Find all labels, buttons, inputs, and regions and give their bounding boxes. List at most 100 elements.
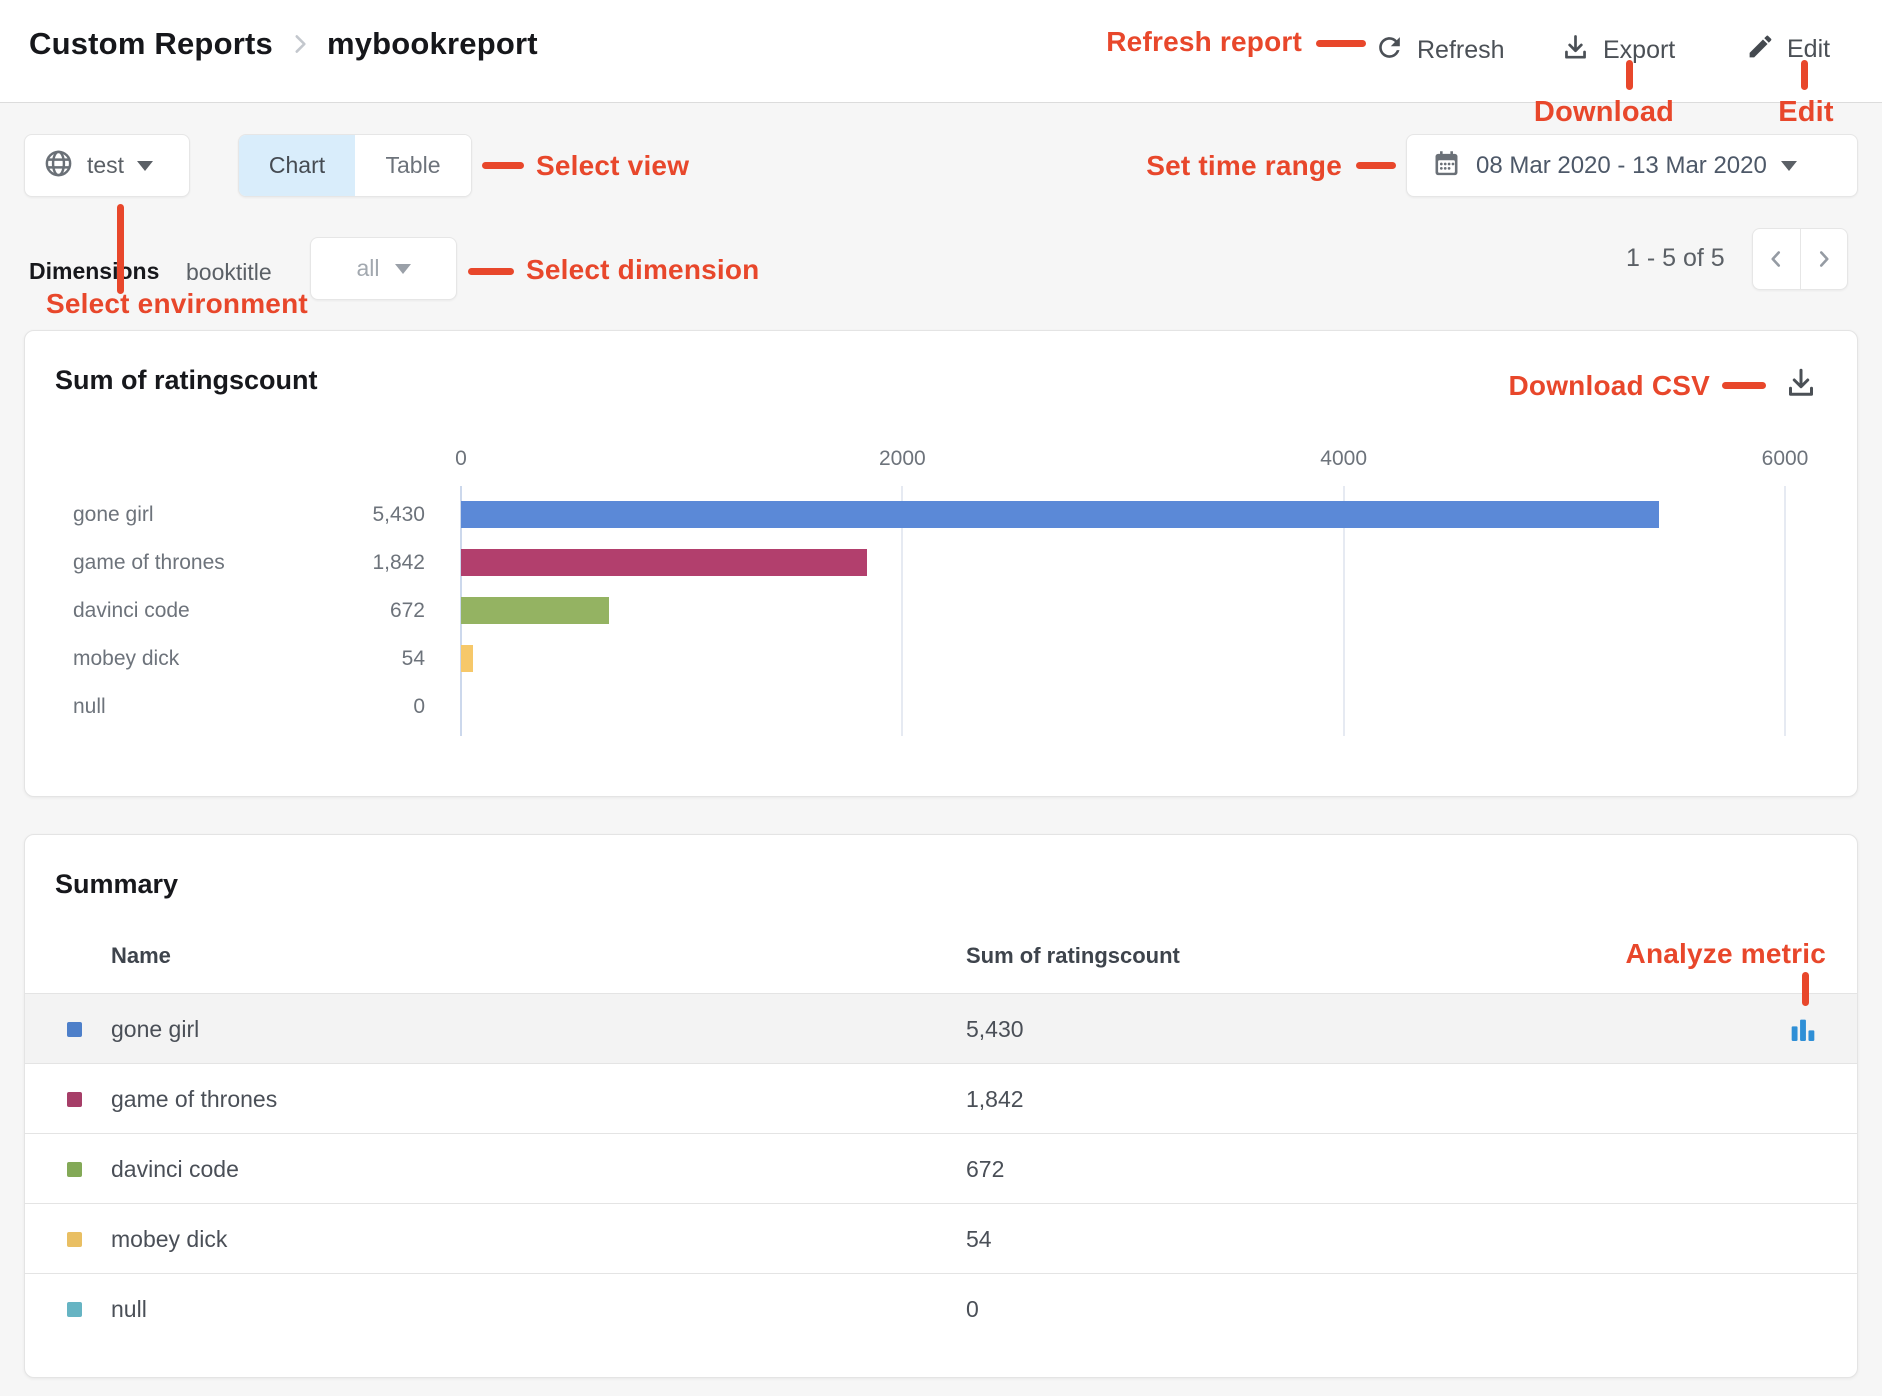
- tab-table[interactable]: Table: [355, 135, 471, 196]
- series-color-swatch: [67, 1232, 82, 1247]
- table-row[interactable]: game of thrones1,842: [25, 1063, 1857, 1133]
- chart-value-label: 54: [315, 635, 425, 683]
- series-color-swatch: [67, 1302, 82, 1317]
- chevron-down-icon: [395, 264, 411, 274]
- dimension-filter-select[interactable]: all: [310, 237, 457, 300]
- custom-report-page: Custom Reports mybookreport Refresh Expo…: [0, 0, 1882, 1396]
- export-label: Export: [1603, 36, 1675, 65]
- chart-category-label: game of thrones: [73, 539, 225, 587]
- x-axis-tick: 0: [455, 447, 467, 471]
- next-page-button[interactable]: [1800, 229, 1847, 289]
- row-value: 5,430: [966, 994, 1024, 1064]
- annotation-edit: Edit: [1778, 96, 1834, 129]
- annotation-select-environment: Select environment: [46, 288, 308, 320]
- annotation-refresh-report: Refresh report: [1106, 26, 1302, 58]
- chart-bars: gone girl5,430game of thrones1,842davinc…: [25, 491, 1859, 731]
- annotation-line-select-view: [482, 162, 524, 169]
- chart-value-label: 0: [315, 683, 425, 731]
- chart-bar: [461, 501, 1659, 528]
- chart-bar: [461, 597, 609, 624]
- summary-table-body: gone girl 5,430game of thrones1,842davinc…: [25, 993, 1857, 1343]
- table-row[interactable]: mobey dick54: [25, 1203, 1857, 1273]
- annotation-set-time-range: Set time range: [1146, 150, 1342, 182]
- column-header-value: Sum of ratingscount: [966, 943, 1180, 969]
- download-icon: [1783, 365, 1819, 401]
- breadcrumb-current: mybookreport: [327, 26, 538, 62]
- export-button[interactable]: Export: [1560, 32, 1675, 68]
- pagination-label: 1 - 5 of 5: [1626, 244, 1725, 273]
- pencil-icon: [1746, 32, 1775, 66]
- breadcrumb-parent[interactable]: Custom Reports: [29, 26, 273, 62]
- breadcrumb-chevron-icon: [287, 31, 313, 57]
- chart-category-label: null: [73, 683, 106, 731]
- row-value: 1,842: [966, 1064, 1024, 1134]
- download-icon: [1560, 32, 1591, 68]
- analyze-metric-button[interactable]: [1787, 1013, 1819, 1045]
- chart-row: game of thrones 1,842: [25, 539, 1859, 587]
- chart-bar: [461, 549, 867, 576]
- table-row[interactable]: gone girl 5,430: [25, 993, 1857, 1063]
- x-axis-tick: 6000: [1762, 447, 1809, 471]
- series-color-swatch: [67, 1162, 82, 1177]
- summary-table-header: Name Sum of ratingscount: [25, 939, 1857, 993]
- previous-page-button[interactable]: [1753, 229, 1800, 289]
- chart-category-label: gone girl: [73, 491, 154, 539]
- environment-value: test: [87, 152, 124, 179]
- dimension-name: booktitle: [186, 259, 272, 286]
- row-name: gone girl: [111, 994, 199, 1064]
- chart-category-label: mobey dick: [73, 635, 179, 683]
- row-name: davinci code: [111, 1134, 239, 1204]
- edit-button[interactable]: Edit: [1746, 32, 1830, 66]
- chart-x-axis: 0200040006000: [461, 447, 1785, 471]
- environment-select[interactable]: test: [24, 134, 190, 197]
- edit-label: Edit: [1787, 35, 1830, 64]
- chevron-down-icon: [1781, 161, 1797, 171]
- summary-card: Summary Name Sum of ratingscount gone gi…: [24, 834, 1858, 1378]
- refresh-button[interactable]: Refresh: [1374, 32, 1505, 68]
- breadcrumb: Custom Reports mybookreport: [29, 26, 538, 62]
- annotation-line-refresh: [1316, 40, 1366, 47]
- x-axis-tick: 4000: [1320, 447, 1367, 471]
- bar-chart-icon: [1787, 1013, 1819, 1045]
- annotation-line-download-csv: [1722, 382, 1766, 389]
- annotation-line-analyze-metric: [1802, 972, 1809, 1006]
- chart-value-label: 672: [315, 587, 425, 635]
- table-row[interactable]: null0: [25, 1273, 1857, 1343]
- series-color-swatch: [67, 1022, 82, 1037]
- dimensions-label: Dimensions: [29, 258, 159, 285]
- chart-value-label: 5,430: [315, 491, 425, 539]
- chart-title: Sum of ratingscount: [55, 365, 318, 396]
- chart-row: davinci code 672: [25, 587, 1859, 635]
- chevron-left-icon: [1763, 246, 1789, 272]
- refresh-label: Refresh: [1417, 36, 1505, 65]
- column-header-name: Name: [111, 943, 171, 969]
- annotation-download-csv: Download CSV: [1508, 370, 1710, 402]
- annotation-analyze-metric: Analyze metric: [1626, 938, 1826, 970]
- date-range-value: 08 Mar 2020 - 13 Mar 2020: [1476, 152, 1767, 180]
- date-range-picker[interactable]: 08 Mar 2020 - 13 Mar 2020: [1406, 134, 1858, 197]
- table-row[interactable]: davinci code 672: [25, 1133, 1857, 1203]
- page-header: Custom Reports mybookreport Refresh Expo…: [0, 0, 1882, 103]
- chart-value-label: 1,842: [315, 539, 425, 587]
- annotation-select-dimension: Select dimension: [526, 254, 760, 286]
- dimension-filter-value: all: [356, 255, 379, 282]
- pagination-controls: [1752, 228, 1848, 290]
- chevron-down-icon: [137, 161, 153, 171]
- annotation-line-edit: [1801, 60, 1808, 90]
- view-toggle: Chart Table: [238, 134, 472, 197]
- chart-row: null 0: [25, 683, 1859, 731]
- annotation-line-select-environment: [117, 204, 124, 294]
- globe-icon: [43, 148, 74, 184]
- row-name: mobey dick: [111, 1204, 227, 1274]
- row-value: 672: [966, 1134, 1004, 1204]
- chart-category-label: davinci code: [73, 587, 190, 635]
- series-color-swatch: [67, 1092, 82, 1107]
- annotation-line-download: [1626, 60, 1633, 90]
- row-name: null: [111, 1274, 147, 1344]
- download-csv-button[interactable]: [1783, 365, 1819, 401]
- chart-bar: [461, 645, 473, 672]
- tab-chart[interactable]: Chart: [239, 135, 355, 196]
- annotation-line-select-dimension: [468, 268, 514, 275]
- chevron-right-icon: [1811, 246, 1837, 272]
- summary-title: Summary: [55, 869, 178, 900]
